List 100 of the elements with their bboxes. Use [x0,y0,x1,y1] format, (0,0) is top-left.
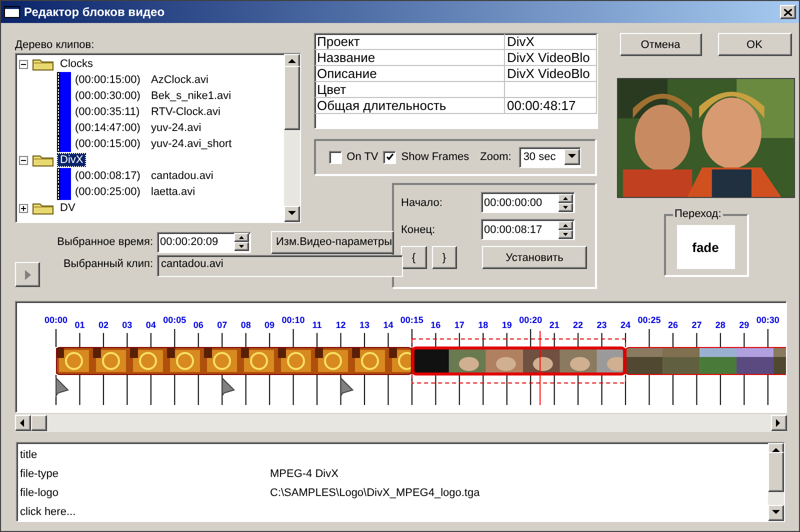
tick-line [198,332,199,348]
time-tick-label: 09 [264,320,275,330]
attribute-name[interactable]: file-type [20,468,270,480]
spin-up-button[interactable] [558,194,573,202]
clip-duration[interactable]: (00:00:15:00) [75,138,147,150]
tick-line [601,374,602,406]
mark-out-button[interactable]: } [432,246,457,269]
expand-icon[interactable] [19,204,28,212]
tick-line [150,332,152,348]
tick-line [744,374,745,406]
up-arrow-icon [239,236,244,239]
clip-strip[interactable] [626,347,786,375]
attribute-value: C:\SAMPLES\Logo\DivX_MPEG4_logo.tga [270,486,481,498]
time-tick-label: 00:10 [282,315,305,325]
property-name: Общая длительность [315,98,505,113]
clip-name[interactable]: RTV-Clock.avi [151,106,220,118]
close-button[interactable] [780,5,796,19]
set-button[interactable]: Установить [482,246,587,269]
clip-duration[interactable]: (00:14:47:00) [75,122,147,134]
spin-down-button[interactable] [234,242,249,251]
clip-name[interactable]: yuv-24.avi_short [151,138,232,150]
time-tick-label: 16 [430,320,441,330]
zoom-label: Zoom: [480,151,512,163]
clip-duration[interactable]: (00:00:35:11) [75,106,147,118]
tick-line [506,374,508,406]
time-tick-label: 22 [573,320,584,330]
time-tick-label: 00:05 [163,315,186,325]
folder-label[interactable]: DivX [58,154,86,166]
tick-line [174,374,176,406]
checkbox[interactable] [383,150,396,164]
clip-duration[interactable]: (00:00:30:00) [75,90,147,102]
scroll-thumb[interactable] [768,452,784,492]
marker-icon[interactable] [56,376,69,398]
clip-duration[interactable]: (00:00:08:17) [75,170,147,182]
time-tick-label: 03 [122,320,132,330]
mark-in-button[interactable]: { [401,246,426,269]
tick-line [435,332,436,348]
time-field[interactable]: 00:00:08:17 [481,219,575,240]
attribute-name[interactable]: click here... [20,506,270,518]
scrollbar[interactable] [15,414,787,432]
tick-line [269,374,270,406]
time-tick-label: 06 [193,320,204,330]
tick-line [625,332,626,348]
folder-label[interactable]: Clocks [58,58,96,70]
collapse-icon[interactable] [19,156,28,164]
spin-up-button[interactable] [558,220,573,230]
tick-line [364,332,365,348]
zoom-dropdown[interactable]: 30 sec [519,146,582,168]
film-icon [57,136,71,152]
checkbox-label[interactable]: On TV [346,151,378,163]
tick-line [340,332,342,348]
ok-button[interactable]: OK [718,33,792,56]
scrollbar[interactable] [284,54,300,222]
spin-up-button[interactable] [234,233,249,242]
time-tick-label: 07 [217,320,228,330]
tick-line [672,332,674,348]
time-tick-label: 00:00 [44,315,68,325]
window-title: Редактор блоков видео [24,5,166,19]
playhead-line[interactable] [540,330,541,406]
clip-name[interactable]: Bek_s_nike1.avi [151,90,232,102]
tree-label: Дерево клипов: [15,39,96,51]
close-icon [784,8,792,16]
clip-name[interactable]: laetta.avi [151,186,196,198]
collapse-icon[interactable] [19,60,28,68]
scroll-thumb[interactable] [284,66,300,130]
tick-line [744,332,745,348]
scroll-up-icon [772,447,780,455]
transition-value[interactable]: fade [676,225,734,269]
attribute-name[interactable]: title [20,448,270,460]
clip-duration[interactable]: (00:00:25:00) [75,186,147,198]
time-field[interactable]: 00:00:00:00 [481,192,575,213]
time-tick-label: 02 [98,320,108,330]
tick-line [506,332,508,348]
tick-line [601,332,602,348]
video-params-button[interactable]: Изм.Видео-параметры [271,230,394,254]
scroll-thumb[interactable] [31,415,47,431]
folder-label[interactable]: DV [58,202,78,214]
checkbox-label[interactable]: Show Frames [401,151,470,163]
marker-icon[interactable] [222,376,236,398]
play-button[interactable] [15,262,40,287]
tick-line [126,332,128,348]
time-tick-label: 21 [549,320,560,330]
clip-name[interactable]: cantadou.avi [151,170,214,182]
checkbox[interactable] [328,150,342,164]
time-field[interactable]: 00:00:20:09 [157,232,251,252]
tick-line [340,374,342,406]
clip-strip[interactable] [56,347,412,375]
scrollbar[interactable] [768,443,784,521]
property-name: Название [315,50,505,65]
time-tick-label: 13 [359,320,370,330]
cancel-button[interactable]: Отмена [620,33,702,56]
attribute-name[interactable]: file-logo [20,486,270,498]
clip-name[interactable]: AzClock.avi [151,74,208,86]
clip-strip[interactable] [411,338,626,384]
tick-line [696,332,698,348]
clip-name[interactable]: yuv-24.avi [151,122,202,134]
marker-icon[interactable] [340,376,354,398]
tick-line [222,332,223,348]
clip-duration[interactable]: (00:00:15:00) [75,74,147,86]
tick-line [648,328,650,348]
